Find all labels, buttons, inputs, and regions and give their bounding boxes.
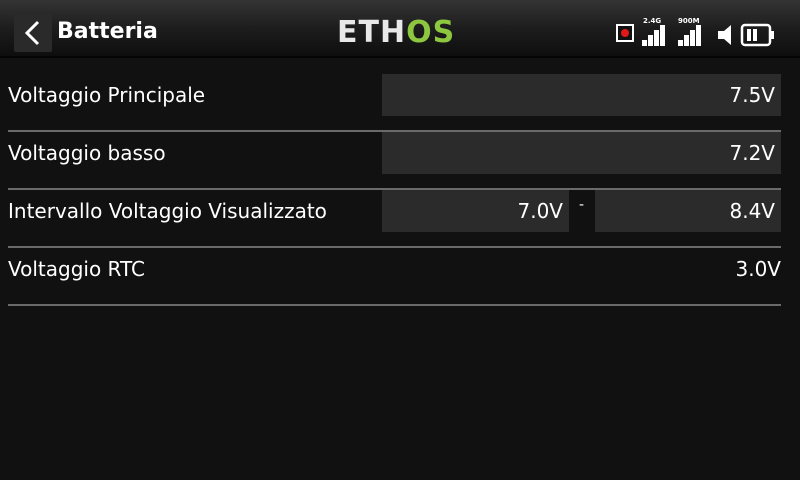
logo-text-os: OS <box>406 15 456 50</box>
setting-row-rtc-voltage: Voltaggio RTC 3.0V <box>8 248 781 306</box>
range-separator: - <box>579 197 585 213</box>
signal-900m-label: 900M <box>678 17 700 25</box>
display-range-label: Intervallo Voltaggio Visualizzato <box>8 199 327 223</box>
logo-text-eth: ETH <box>337 15 407 50</box>
row-divider <box>8 304 781 306</box>
main-voltage-field[interactable]: 7.5V <box>382 74 781 116</box>
setting-row-display-range: Intervallo Voltaggio Visualizzato 7.0V -… <box>8 190 781 248</box>
low-voltage-field[interactable]: 7.2V <box>382 132 781 174</box>
ethos-logo: ETHOS <box>337 16 455 50</box>
battery-icon <box>740 23 774 47</box>
speaker-icon <box>718 25 731 45</box>
display-range-max-field[interactable]: 8.4V <box>595 190 781 232</box>
low-voltage-label: Voltaggio basso <box>8 141 166 165</box>
setting-row-low-voltage: Voltaggio basso 7.2V <box>8 132 781 190</box>
page-title: Batteria <box>57 19 158 44</box>
chevron-left-icon <box>24 20 40 46</box>
back-button[interactable] <box>14 14 52 52</box>
rtc-voltage-label: Voltaggio RTC <box>8 257 146 281</box>
top-bar: Batteria ETHOS 2.4G 900M <box>0 0 800 58</box>
rtc-voltage-value: 3.0V <box>735 257 782 281</box>
status-bar: 2.4G 900M <box>612 14 792 48</box>
signal-2-4g-icon: 2.4G <box>642 17 668 46</box>
main-voltage-label: Voltaggio Principale <box>8 83 206 107</box>
signal-900m-icon: 900M <box>678 17 704 46</box>
record-icon <box>616 24 634 42</box>
display-range-min-field[interactable]: 7.0V <box>382 190 569 232</box>
signal-2-4g-label: 2.4G <box>643 17 662 25</box>
setting-row-main-voltage: Voltaggio Principale 7.5V <box>8 74 781 132</box>
